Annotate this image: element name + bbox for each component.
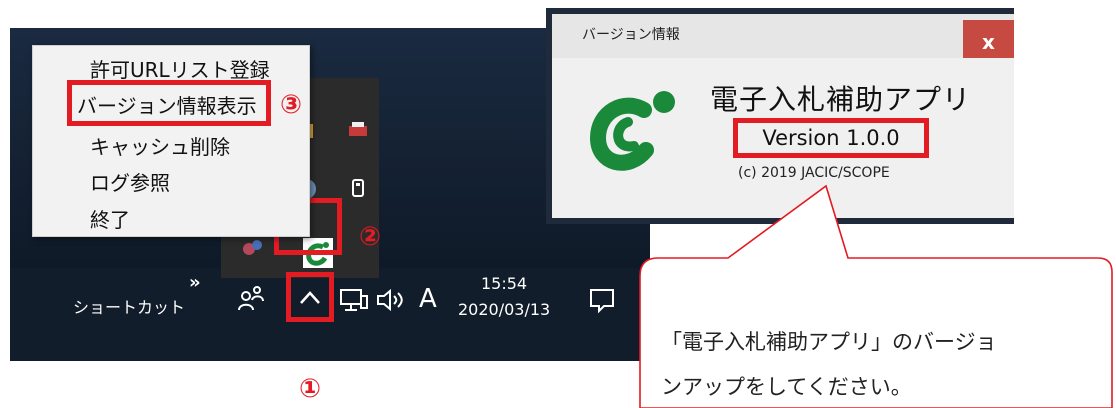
callout-text-line1: 「電子入札補助アプリ」のバージョ	[661, 330, 997, 354]
callout-text-line2: ンアップをしてください。	[661, 375, 912, 399]
